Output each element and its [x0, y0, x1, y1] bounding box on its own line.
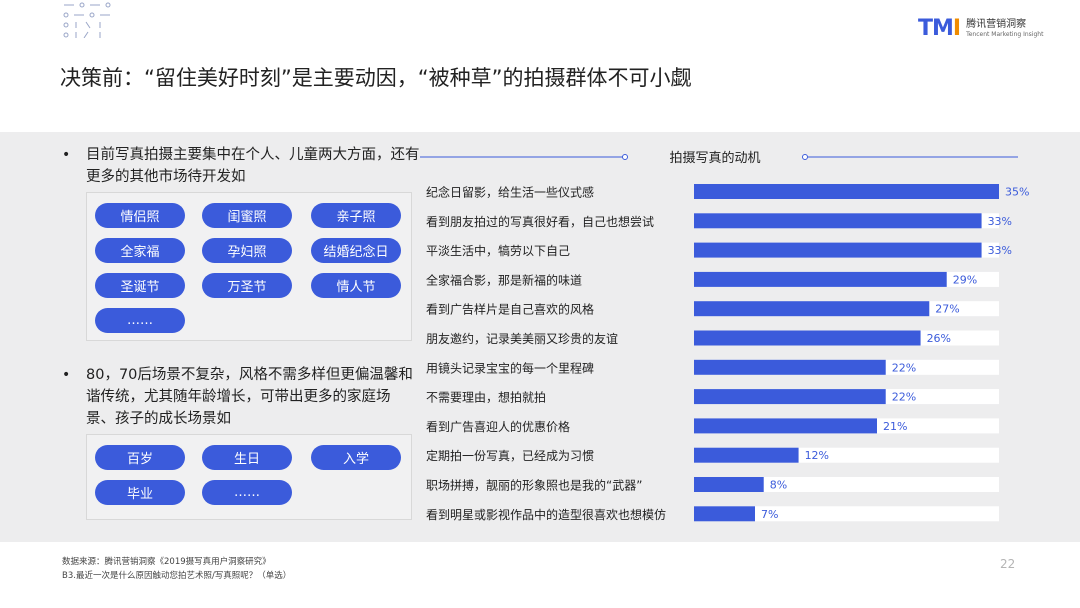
category-label: 定期拍一份写真，已经成为习惯 [426, 448, 594, 463]
scene-tag: 百岁 [95, 445, 185, 470]
logo-name-en: Tencent Marketing Insight [966, 30, 1044, 38]
tmi-logo: TMI 腾讯营销洞察 Tencent Marketing Insight [918, 16, 1043, 41]
bar [694, 184, 999, 199]
value-label: 27% [935, 303, 959, 316]
logo-name-cn: 腾讯营销洞察 [966, 18, 1027, 30]
scene-tag: 情侣照 [95, 203, 185, 228]
motivation-bar-chart: 拍摄写真的动机纪念日留影，给生活一些仪式感 35% 看到朋友拍过的写真很好看，自己也… [420, 150, 1029, 522]
logo-mark: TMI [918, 16, 961, 41]
category-label: 朋友邀约，记录美美丽又珍贵的友谊 [426, 331, 618, 346]
value-label: 21% [883, 420, 907, 433]
bar [694, 271, 947, 287]
scene-tags-box-2: 百岁 生日 入学毕业 …… [86, 434, 412, 520]
value-label: 35% [1005, 186, 1029, 199]
scene-tag: 结婚纪念日 [311, 238, 401, 263]
scene-tag: 圣诞节 [95, 273, 185, 298]
category-label: 用镜头记录宝宝的每一个里程碑 [426, 360, 594, 375]
footer-notes: 数据来源：腾讯营销洞察《2019摄写真用户洞察研究》 B3.最近一次是什么原因触… [62, 555, 291, 583]
scene-tags-box-1: 情侣照 闺蜜照 亲子照全家福 孕妇照 结婚纪念日圣诞节 万圣节 情人节 …… [86, 192, 412, 341]
scene-tag: 亲子照 [311, 203, 401, 228]
category-label: 看到广告样片是自己喜欢的风格 [426, 302, 594, 317]
bar [694, 477, 764, 492]
value-label: 8% [770, 479, 787, 492]
bullet-point-2: • 80，70后场景不复杂，风格不需多样但更偏温馨和谐传统，尤其随年龄增长，可带… [62, 364, 416, 430]
scene-tag: 毕业 [95, 480, 185, 505]
scene-tag: …… [95, 308, 185, 333]
bar [694, 330, 921, 346]
scene-tag: 生日 [202, 445, 292, 470]
bullet-point-1: • 目前写真拍摄主要集中在个人、儿童两大方面，还有更多的其他市场待开发如 [62, 144, 426, 188]
value-label: 7% [761, 508, 778, 521]
scene-tag: 全家福 [95, 238, 185, 263]
category-label: 看到明星或影视作品中的造型很喜欢也想模仿 [426, 507, 666, 522]
category-label: 纪念日留影，给生活一些仪式感 [426, 185, 594, 200]
value-label: 12% [805, 449, 829, 462]
scene-tag: 万圣节 [202, 273, 292, 298]
decorative-pattern [63, 2, 111, 38]
title-rule-right-dot [802, 154, 808, 160]
category-label: 全家福合影，那是新福的味道 [426, 272, 582, 287]
scene-tag: 闺蜜照 [202, 203, 292, 228]
value-label: 29% [953, 273, 977, 286]
data-source-note: 数据来源：腾讯营销洞察《2019摄写真用户洞察研究》 [62, 557, 271, 567]
value-label: 22% [892, 361, 916, 374]
category-label: 看到广告喜迎人的优惠价格 [426, 419, 570, 434]
bar [694, 506, 755, 522]
title-rule-left-dot [622, 154, 628, 160]
bar [694, 389, 886, 405]
scene-tag: 情人节 [311, 273, 401, 298]
page-title: 决策前：“留住美好时刻”是主要动因，“被种草”的拍摄群体不可小觑 [60, 66, 692, 90]
bar [694, 301, 930, 317]
value-label: 33% [988, 244, 1012, 257]
survey-question-note: B3.最近一次是什么原因触动您拍艺术照/写真照呢？（单选） [62, 571, 292, 581]
bar [694, 359, 886, 375]
bar [694, 447, 799, 463]
bar [694, 242, 982, 258]
bullet-2-text: 80，70后场景不复杂，风格不需多样但更偏温馨和谐传统，尤其随年龄增长，可带出更… [86, 367, 413, 427]
value-label: 33% [988, 215, 1012, 228]
category-label: 不需要理由，想拍就拍 [426, 390, 546, 405]
bar [694, 418, 877, 434]
category-label: 职场拼搏，靓丽的形象照也是我的“武器” [426, 478, 642, 493]
page-number: 22 [1000, 557, 1016, 571]
scene-tag: …… [202, 480, 292, 505]
scene-tag: 孕妇照 [202, 238, 292, 263]
bullet-dot: • [62, 367, 71, 383]
category-label: 平淡生活中，犒劳以下自己 [426, 243, 570, 258]
chart-title: 拍摄写真的动机 [669, 150, 760, 166]
category-label: 看到朋友拍过的写真很好看，自己也想尝试 [426, 214, 654, 229]
bar [694, 213, 982, 229]
bullet-dot: • [62, 147, 71, 163]
value-label: 22% [892, 391, 916, 404]
scene-tag: 入学 [311, 445, 401, 470]
bullet-1-text: 目前写真拍摄主要集中在个人、儿童两大方面，还有更多的其他市场待开发如 [86, 147, 420, 185]
value-label: 26% [927, 332, 951, 345]
